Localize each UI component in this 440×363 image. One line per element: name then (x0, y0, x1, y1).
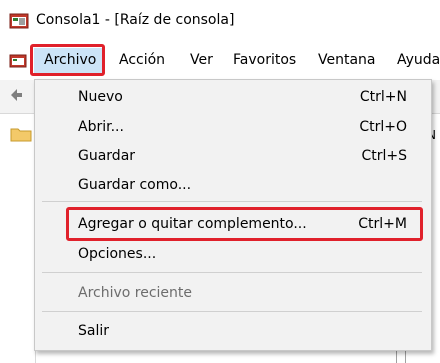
folder-icon[interactable] (10, 126, 32, 142)
menu-item-archivo-reciente: Archivo reciente (78, 285, 193, 301)
shortcut-nuevo: Ctrl+N (359, 89, 407, 105)
console-app-icon (9, 13, 29, 29)
window-title: Consola1 - [Raíz de consola] (36, 12, 235, 28)
menu-ventana[interactable]: Ventana (318, 52, 376, 68)
menu-item-guardar[interactable]: Guardar (78, 148, 135, 164)
menu-separator (42, 201, 422, 202)
menu-accion[interactable]: Acción (119, 52, 165, 68)
annotation-highlight-archivo (30, 44, 105, 76)
shortcut-abrir: Ctrl+O (359, 119, 407, 135)
menu-ver[interactable]: Ver (190, 52, 213, 68)
menu-favoritos[interactable]: Favoritos (233, 52, 296, 68)
menu-separator (42, 311, 422, 312)
menu-separator (42, 272, 422, 273)
menu-item-guardar-como[interactable]: Guardar como... (78, 177, 191, 193)
back-arrow-icon[interactable] (9, 88, 23, 102)
console-menu-icon[interactable] (9, 52, 27, 70)
menu-item-abrir[interactable]: Abrir... (78, 119, 124, 135)
annotation-highlight-agregar (66, 207, 423, 241)
menu-item-opciones[interactable]: Opciones... (78, 246, 156, 262)
menu-item-salir[interactable]: Salir (78, 323, 109, 339)
shortcut-guardar: Ctrl+S (361, 148, 407, 164)
menu-ayuda[interactable]: Ayuda (397, 52, 440, 68)
console-tree-pane (0, 114, 36, 363)
menu-item-nuevo[interactable]: Nuevo (78, 89, 123, 105)
